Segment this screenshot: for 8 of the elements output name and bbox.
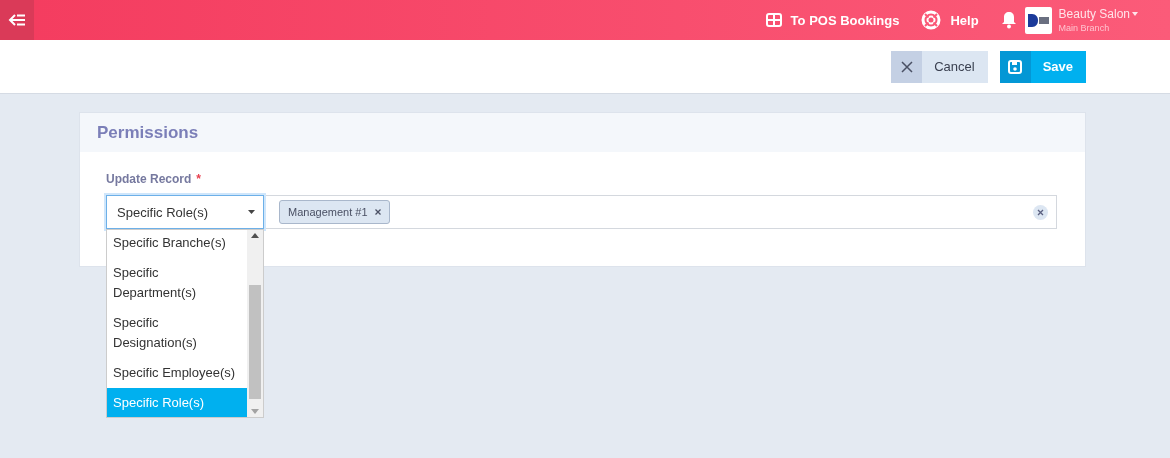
role-tag[interactable]: Management #1 (279, 200, 390, 224)
branch-name: Main Branch (1058, 23, 1111, 33)
cancel-button[interactable]: Cancel (891, 50, 988, 83)
field-label: Update Record (106, 172, 192, 186)
required-mark: * (196, 172, 202, 186)
scope-select[interactable]: Specific Role(s) (106, 195, 264, 229)
roles-field[interactable]: Management #1 (264, 195, 1057, 229)
section-title: Permissions (97, 122, 199, 143)
